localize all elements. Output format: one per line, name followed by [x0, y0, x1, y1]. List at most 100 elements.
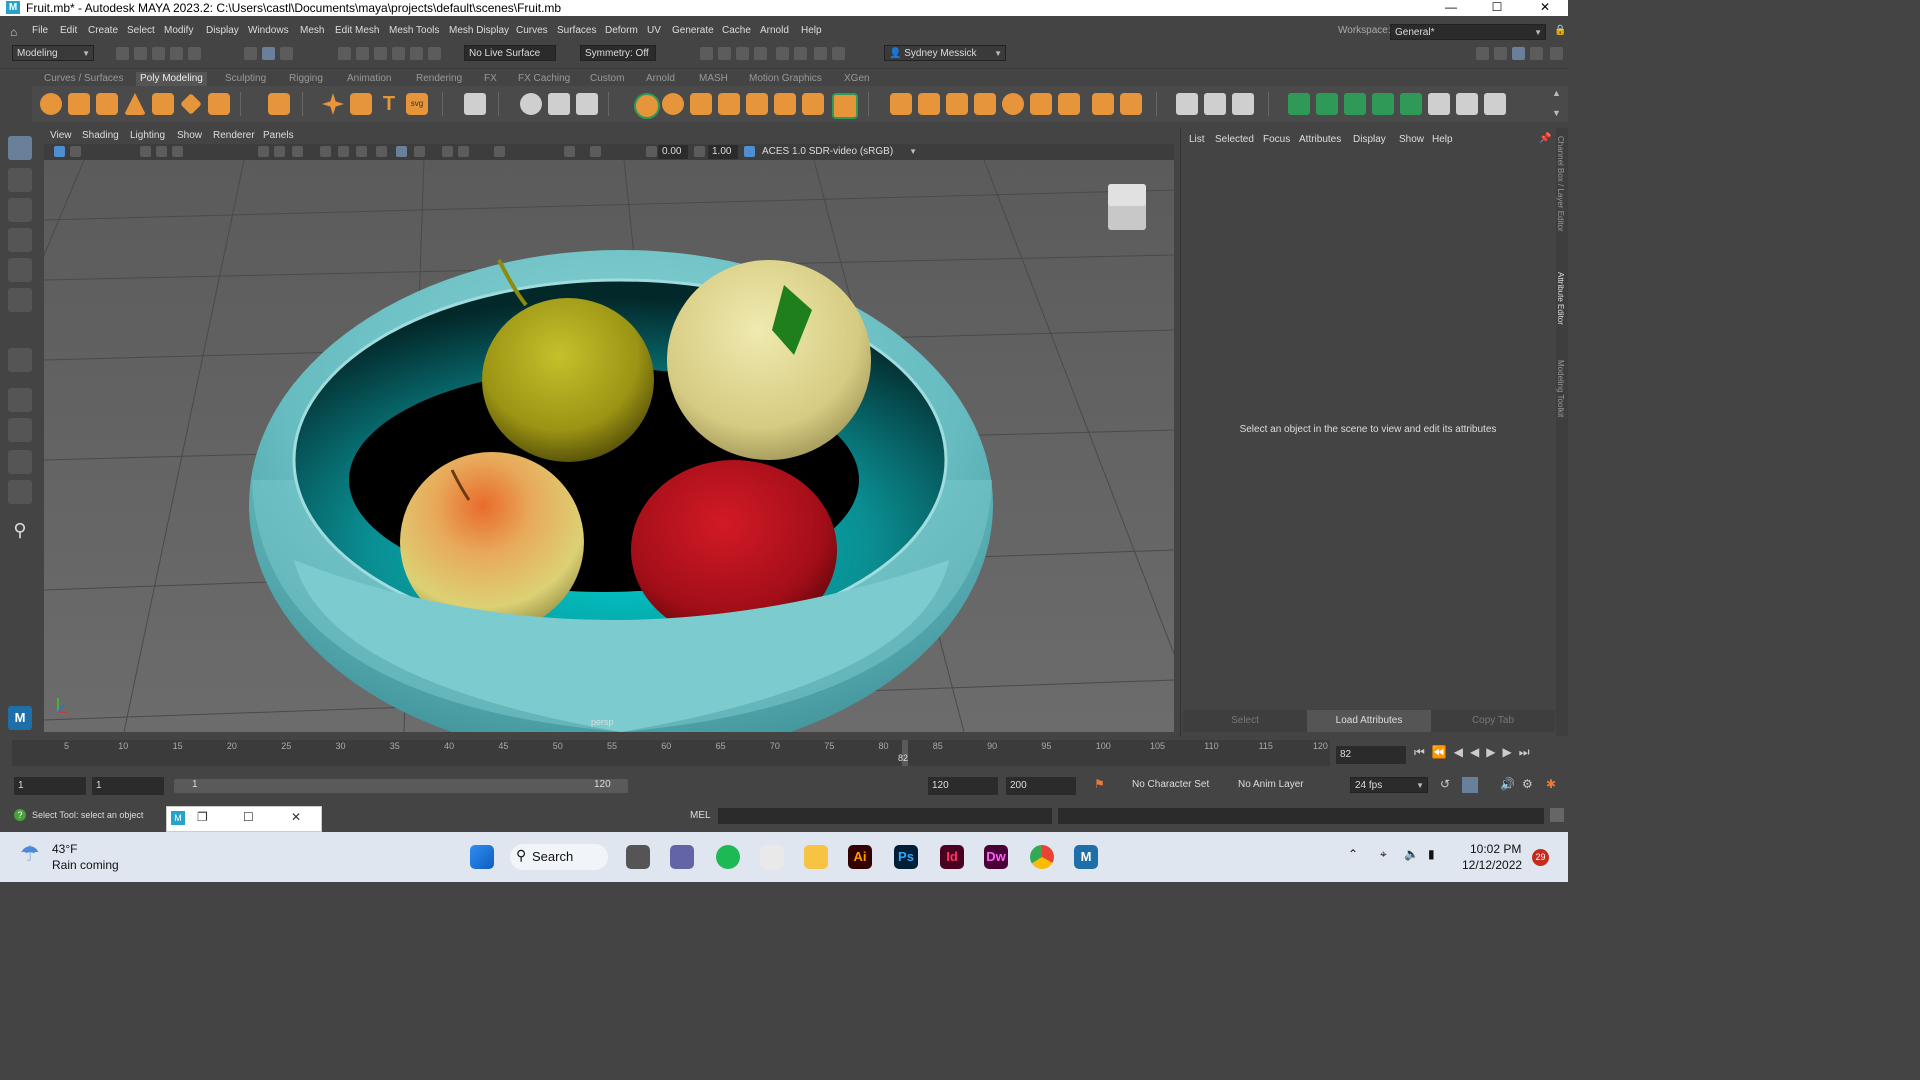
viewport-menu-shading[interactable]: Shading: [82, 130, 119, 141]
snap-vertex-icon[interactable]: [428, 47, 441, 60]
poly-cylinder-icon[interactable]: [96, 93, 118, 115]
weather-temperature[interactable]: 43°F: [52, 842, 77, 856]
minimized-window-bar[interactable]: M ❐ ☐ ✕: [166, 806, 322, 832]
dreamweaver-icon[interactable]: Dw: [984, 845, 1008, 869]
rotate-tool-icon[interactable]: [8, 258, 32, 282]
hypershade-icon[interactable]: [776, 47, 789, 60]
go-to-end-icon[interactable]: ⏭: [1519, 745, 1537, 759]
append-polygon-icon[interactable]: [974, 93, 996, 115]
single-perspective-layout-icon[interactable]: [8, 388, 32, 412]
color-management-icon[interactable]: [744, 146, 755, 157]
attr-tab-help[interactable]: Help: [1432, 134, 1453, 145]
render-frame-icon[interactable]: [718, 47, 731, 60]
color-space-dropdown[interactable]: ACES 1.0 SDR-video (sRGB) ▼: [758, 144, 920, 160]
wedge-icon[interactable]: [1058, 93, 1080, 115]
menu-help[interactable]: Help: [801, 25, 822, 36]
script-editor-icon[interactable]: [1550, 808, 1564, 822]
ambient-occlusion-icon[interactable]: [458, 146, 469, 157]
anim-layer-dropdown[interactable]: No Anim Layer: [1234, 777, 1336, 793]
snap-grid-icon[interactable]: [338, 47, 351, 60]
volume-icon[interactable]: 🔈: [1404, 847, 1419, 861]
separate-icon[interactable]: [548, 93, 570, 115]
menu-generate[interactable]: Generate: [672, 25, 714, 36]
home-icon[interactable]: ⌂: [10, 25, 17, 39]
reduce-icon[interactable]: [774, 93, 796, 115]
type-tool-icon[interactable]: T: [378, 93, 400, 115]
hud-icon[interactable]: [590, 146, 601, 157]
xray-joints-icon[interactable]: [564, 146, 575, 157]
shelf-tab-fx-caching[interactable]: FX Caching: [514, 72, 574, 86]
extract-icon[interactable]: [746, 93, 768, 115]
menu-deform[interactable]: Deform: [605, 25, 638, 36]
menu-edit[interactable]: Edit: [60, 25, 77, 36]
redo-icon[interactable]: [188, 47, 201, 60]
teams-icon[interactable]: [670, 845, 694, 869]
close-window-button[interactable]: ✕: [1522, 0, 1568, 14]
animation-preferences-icon[interactable]: ⚙: [1522, 777, 1533, 791]
gamma-icon[interactable]: [694, 146, 705, 157]
play-forwards-icon[interactable]: ▶: [1486, 745, 1502, 759]
render-setup-icon[interactable]: [794, 47, 807, 60]
battery-icon[interactable]: ▮: [1428, 847, 1435, 861]
mirror-icon[interactable]: [690, 93, 712, 115]
toggle-modeling-toolkit-icon[interactable]: [1476, 47, 1489, 60]
extrude-icon[interactable]: [890, 93, 912, 115]
search-icon[interactable]: ⚲: [8, 518, 32, 542]
chevron-up-icon[interactable]: ⌃: [1348, 847, 1358, 861]
anim-prefs-icon[interactable]: ✱: [1546, 777, 1556, 791]
taskbar-clock-date[interactable]: 12/12/2022: [1462, 858, 1522, 872]
command-input[interactable]: [718, 808, 1052, 824]
shelf-tab-sculpting[interactable]: Sculpting: [221, 72, 270, 86]
symmetry-dropdown[interactable]: Symmetry: Off: [580, 45, 656, 61]
attr-tab-display[interactable]: Display: [1353, 134, 1386, 145]
channel-box-tab[interactable]: Channel Box / Layer Editor: [1556, 136, 1565, 232]
open-scene-icon[interactable]: [134, 47, 147, 60]
circularize-icon[interactable]: [1092, 93, 1114, 115]
shelf-tab-poly-modeling[interactable]: Poly Modeling: [136, 72, 207, 86]
smooth-icon[interactable]: [576, 93, 598, 115]
film-gate-icon[interactable]: [172, 146, 183, 157]
grid-icon[interactable]: [258, 146, 269, 157]
poly-disc-icon[interactable]: [208, 93, 230, 115]
select-hierarchy-icon[interactable]: [244, 47, 257, 60]
light-editor-icon[interactable]: [814, 47, 827, 60]
resolution-gate-icon[interactable]: [274, 146, 285, 157]
pin-icon[interactable]: 📌: [1539, 133, 1551, 144]
save-scene-icon[interactable]: [152, 47, 165, 60]
select-tool-icon[interactable]: [8, 136, 32, 160]
menu-modify[interactable]: Modify: [164, 25, 193, 36]
ipr-render-icon[interactable]: [736, 47, 749, 60]
shelf-tab-rendering[interactable]: Rendering: [412, 72, 466, 86]
two-view-layout-icon[interactable]: [8, 450, 32, 474]
textured-icon[interactable]: [396, 146, 407, 157]
fill-hole-icon[interactable]: [1002, 93, 1024, 115]
viewport-menu-lighting[interactable]: Lighting: [130, 130, 165, 141]
sew-uv-icon[interactable]: [1484, 93, 1506, 115]
maya-taskbar-icon[interactable]: M: [1074, 845, 1098, 869]
menu-curves[interactable]: Curves: [516, 25, 548, 36]
current-frame-field[interactable]: 82: [1336, 746, 1406, 764]
perspective-viewport[interactable]: persp: [44, 160, 1174, 732]
exposure-field[interactable]: 0.00: [658, 145, 688, 159]
taskbar-clock-time[interactable]: 10:02 PM: [1470, 842, 1521, 856]
notification-badge[interactable]: 29: [1532, 849, 1549, 866]
collapse-icon[interactable]: [1120, 93, 1142, 115]
move-tool-icon[interactable]: [8, 228, 32, 252]
quadrangulate-icon[interactable]: [832, 93, 858, 119]
gamma-field[interactable]: 1.00: [708, 145, 738, 159]
uv-layout-icon[interactable]: [1428, 93, 1450, 115]
menu-surfaces[interactable]: Surfaces: [557, 25, 596, 36]
attr-tab-show[interactable]: Show: [1399, 134, 1424, 145]
svg-tool-icon[interactable]: svg: [406, 93, 428, 115]
exposure-icon[interactable]: [646, 146, 657, 157]
weather-rain-icon[interactable]: ☂: [20, 841, 40, 867]
viewport-menu-panels[interactable]: Panels: [263, 130, 294, 141]
insert-edge-loop-icon[interactable]: [1204, 93, 1226, 115]
viewport-menu-show[interactable]: Show: [177, 130, 202, 141]
shelf-tab-mash[interactable]: MASH: [695, 72, 732, 86]
shelf-scroll-up-icon[interactable]: ▲: [1552, 88, 1561, 98]
safe-action-icon[interactable]: [292, 146, 303, 157]
select-button[interactable]: Select: [1183, 710, 1307, 732]
character-set-dropdown[interactable]: No Character Set: [1128, 777, 1230, 793]
file-explorer-icon[interactable]: [804, 845, 828, 869]
